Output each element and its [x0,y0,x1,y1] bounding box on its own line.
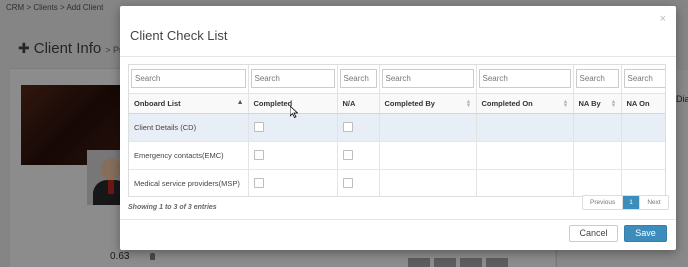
na-by-cell [573,113,622,142]
completed-by-cell [379,113,477,142]
table-row[interactable]: Emergency contacts(EMC) [129,141,665,170]
table-row[interactable]: Medical service providers(MSP) [129,169,665,196]
sort-icon: ▲▼ [610,98,617,109]
column-header-na-on[interactable]: NA On▲▼ [621,93,666,114]
save-button[interactable]: Save [624,225,667,242]
cancel-button[interactable]: Cancel [569,225,618,242]
na-by-cell [573,169,622,196]
table-row[interactable]: Client Details (CD) [129,113,665,142]
completed-checkbox[interactable] [253,122,264,132]
search-row [129,65,665,94]
search-input-completed-on[interactable] [478,69,571,89]
completed-checkbox[interactable] [253,178,264,188]
na-on-cell [621,113,665,142]
completed-by-cell [379,141,477,170]
search-input-onboard-list[interactable] [131,69,246,89]
completed-on-cell [476,113,574,142]
pagination: Previous 1 Next [582,195,669,210]
divider [120,219,676,220]
mouse-cursor-icon [290,106,298,118]
column-header-na-by[interactable]: NA By ▲ ▼ [573,93,622,114]
onboard-item-name: Client Details (CD) [129,113,249,142]
search-input-na-on[interactable] [623,69,665,89]
completed-on-cell [476,169,574,196]
onboard-item-name: Medical service providers(MSP) [129,169,249,196]
page-button-current[interactable]: 1 [623,196,640,209]
column-header-onboard-list[interactable]: Onboard List ▲ [129,93,249,114]
divider [120,56,676,57]
column-header-completed-on[interactable]: Completed On ▲ ▼ [476,93,574,114]
sort-icon: ▲▼ [562,98,569,109]
sort-icon: ▲▼ [465,98,472,109]
completed-by-cell [379,169,477,196]
column-header-na[interactable]: N/A [337,93,380,114]
search-input-na[interactable] [339,69,377,89]
column-header-completed-by[interactable]: Completed By ▲ ▼ [379,93,477,114]
checklist-table: Onboard List▲ Completed N/A Completed By… [128,64,666,197]
na-checkbox[interactable] [342,150,353,160]
na-checkbox[interactable] [342,122,353,132]
header-row: Onboard List ▲ Completed N/A Completed By… [129,93,666,114]
na-on-cell [621,169,665,196]
search-input-na-by[interactable] [575,69,619,89]
onboard-item-name: Emergency contacts(EMC) [129,141,249,170]
table-info: Showing 1 to 3 of 3 entries [128,204,217,211]
completed-on-cell [476,141,574,170]
sort-icon: ▲▼ [665,99,666,109]
next-button[interactable]: Next [640,196,668,209]
completed-checkbox[interactable] [253,150,264,160]
checklist-modal: × Client Check List Onboard List▲ Comple… [120,6,676,250]
search-input-completed-by[interactable] [381,69,474,89]
previous-button[interactable]: Previous [583,196,623,209]
na-by-cell [573,141,622,170]
search-input-completed[interactable] [250,69,335,89]
modal-title: Client Check List [130,28,228,43]
na-checkbox[interactable] [342,178,353,188]
close-icon[interactable]: × [660,13,666,25]
sort-asc-icon: ▲ [236,98,244,106]
na-on-cell [621,141,665,170]
